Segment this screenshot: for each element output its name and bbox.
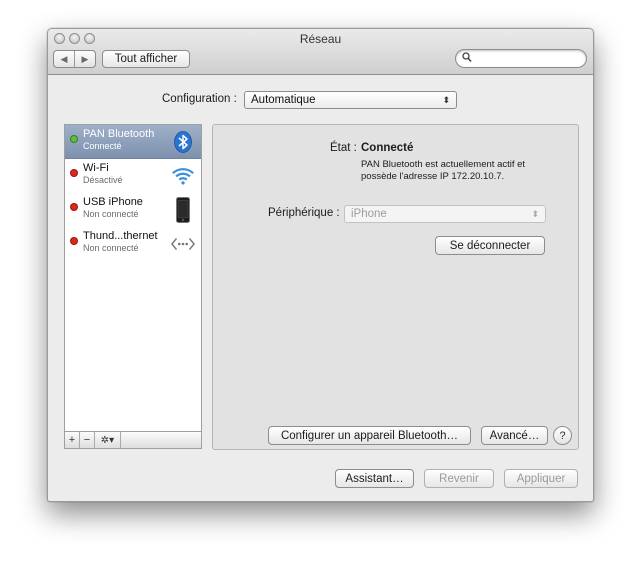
configuration-label: Configuration : [162, 93, 237, 105]
configure-bluetooth-device-button[interactable]: Configurer un appareil Bluetooth… [268, 426, 471, 445]
search-icon [462, 52, 472, 66]
thunderbolt-ethernet-icon [171, 231, 195, 257]
device-label: Périphérique : [268, 207, 340, 219]
search-input[interactable] [474, 51, 582, 66]
search-field[interactable] [455, 49, 587, 68]
service-item-thunderbolt-ethernet[interactable]: Thund...thernet Non connecté [65, 227, 201, 261]
select-arrows-icon: ⬍ [442, 95, 450, 105]
service-name: Wi-Fi [83, 162, 109, 174]
status-dot-red-icon [70, 237, 78, 245]
advanced-button[interactable]: Avancé… [481, 426, 548, 445]
device-select[interactable]: iPhone ⬍ [344, 205, 546, 223]
state-description: PAN Bluetooth est actuellement actif et [361, 159, 526, 170]
service-item-wifi[interactable]: Wi-Fi Désactivé [65, 159, 201, 193]
service-status: Non connecté [83, 209, 139, 219]
wifi-icon [171, 163, 195, 189]
window-title: Réseau [299, 32, 342, 46]
service-name: Thund...thernet [83, 230, 158, 242]
help-button[interactable]: ? [553, 426, 572, 445]
revert-button[interactable]: Revenir [424, 469, 494, 488]
status-dot-green-icon [70, 135, 78, 143]
network-preferences-window: Réseau ◀ ▶ Tout afficher Configuration :… [47, 28, 594, 502]
back-forward-buttons: ◀ ▶ [53, 50, 96, 68]
gear-menu-button[interactable]: ✲▾ [95, 432, 121, 448]
state-label: État : [330, 142, 357, 154]
service-status: Désactivé [83, 175, 123, 185]
assistant-button[interactable]: Assistant… [335, 469, 414, 488]
add-service-button[interactable]: + [65, 432, 80, 448]
back-arrow-icon[interactable]: ◀ [54, 51, 74, 67]
service-list: PAN Bluetooth Connecté Wi-Fi Désactivé U… [64, 124, 202, 432]
state-value: Connecté [361, 142, 414, 154]
disconnect-button[interactable]: Se déconnecter [435, 236, 545, 255]
service-status: Non connecté [83, 243, 139, 253]
iphone-icon [171, 197, 195, 223]
service-status: Connecté [83, 141, 122, 151]
remove-service-button[interactable]: − [80, 432, 95, 448]
service-item-usb-iphone[interactable]: USB iPhone Non connecté [65, 193, 201, 227]
status-dot-red-icon [70, 169, 78, 177]
titlebar: Réseau ◀ ▶ Tout afficher [48, 29, 593, 75]
bluetooth-icon [171, 129, 195, 155]
forward-arrow-icon[interactable]: ▶ [74, 51, 95, 67]
configuration-value: Automatique [251, 94, 316, 106]
service-item-pan-bluetooth[interactable]: PAN Bluetooth Connecté [65, 125, 201, 159]
select-arrows-icon: ⬍ [531, 209, 539, 219]
configuration-select[interactable]: Automatique ⬍ [244, 91, 457, 109]
state-description-ip: possède l'adresse IP 172.20.10.7. [361, 171, 505, 182]
apply-button[interactable]: Appliquer [504, 469, 578, 488]
service-name: PAN Bluetooth [83, 128, 155, 140]
service-list-toolbar: + − ✲▾ [64, 431, 202, 449]
show-all-button[interactable]: Tout afficher [102, 50, 190, 68]
status-dot-red-icon [70, 203, 78, 211]
device-value: iPhone [351, 208, 387, 220]
service-name: USB iPhone [83, 196, 143, 208]
service-detail-panel: État : Connecté PAN Bluetooth est actuel… [212, 124, 579, 450]
